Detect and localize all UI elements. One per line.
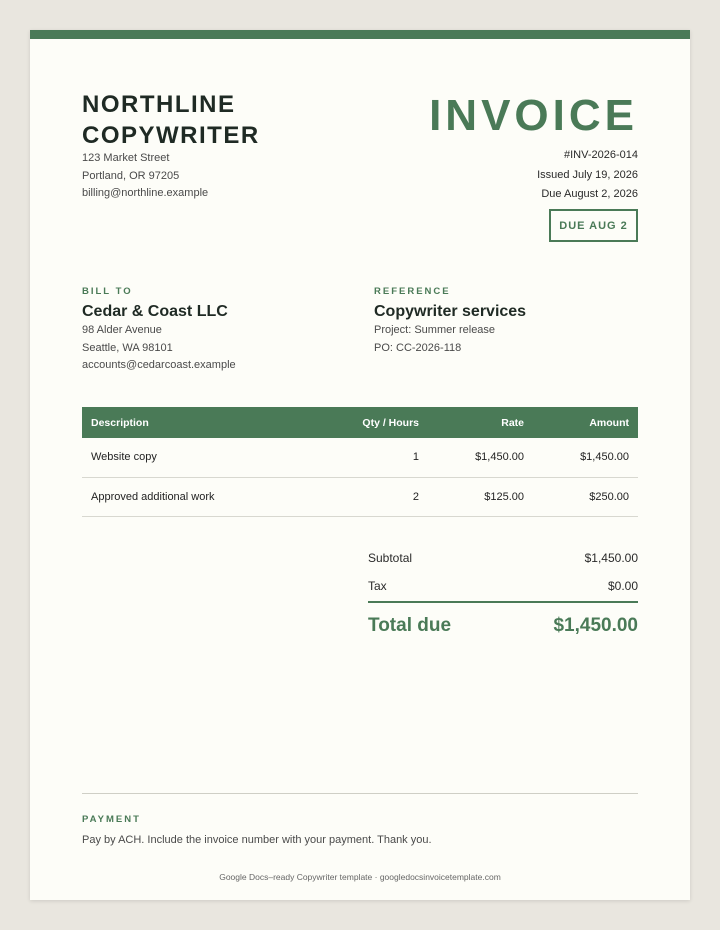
invoice-number: #INV-2026-014 xyxy=(564,149,638,161)
reference-po: PO: CC-2026-118 xyxy=(374,341,462,354)
reference-title: Copywriter services xyxy=(374,303,527,320)
subtotal-row: Subtotal $1,450.00 xyxy=(368,544,638,572)
invoice-due-date: Due August 2, 2026 xyxy=(541,188,638,200)
header-qty: Qty / Hours xyxy=(322,407,428,438)
table-header-row: Description Qty / Hours Rate Amount xyxy=(82,407,638,438)
tax-value: $0.00 xyxy=(607,579,638,593)
payment-section: PAYMENT Pay by ACH. Include the invoice … xyxy=(82,814,432,846)
subtotal-label: Subtotal xyxy=(368,551,413,565)
invoice-title: INVOICE xyxy=(429,91,638,140)
bill-to-label: BILL TO xyxy=(82,286,133,297)
tax-row: Tax $0.00 xyxy=(368,572,638,600)
reference-project: Project: Summer release xyxy=(374,324,496,336)
payment-label: PAYMENT xyxy=(82,814,141,825)
bill-to-section: BILL TO Cedar & Coast LLC 98 Alder Avenu… xyxy=(82,286,236,375)
header-description: Description xyxy=(82,407,322,438)
client-name: Cedar & Coast LLC xyxy=(82,303,228,320)
cell-qty: 1 xyxy=(322,438,428,478)
footer-divider xyxy=(82,793,638,794)
cell-amount: $250.00 xyxy=(533,477,638,517)
invoice-meta: #INV-2026-014 Issued July 19, 2026 Due A… xyxy=(537,146,638,205)
seller-address-line2: Portland, OR 97205 xyxy=(82,169,180,182)
table-row: Approved additional work 2 $125.00 $250.… xyxy=(82,477,638,517)
totals-divider xyxy=(368,601,638,603)
seller-address-line1: 123 Market Street xyxy=(82,152,170,164)
reference-section: REFERENCE Copywriter services Project: S… xyxy=(374,286,526,357)
cell-description: Approved additional work xyxy=(82,477,322,517)
reference-details: Project: Summer release PO: CC-2026-118 xyxy=(374,322,526,357)
client-address-line2: Seattle, WA 98101 xyxy=(82,341,173,354)
invoice-page: NORTHLINE COPYWRITER 123 Market Street P… xyxy=(30,30,690,900)
due-badge: DUE AUG 2 xyxy=(549,209,638,242)
cell-rate: $125.00 xyxy=(428,477,533,517)
header-amount: Amount xyxy=(533,407,638,438)
total-due-value: $1,450.00 xyxy=(553,615,638,636)
table-row: Website copy 1 $1,450.00 $1,450.00 xyxy=(82,438,638,478)
cell-qty: 2 xyxy=(322,477,428,517)
cell-description: Website copy xyxy=(82,438,322,478)
payment-instructions: Pay by ACH. Include the invoice number w… xyxy=(82,834,432,846)
cell-amount: $1,450.00 xyxy=(533,438,638,478)
total-due-row: Total due $1,450.00 xyxy=(368,615,638,637)
subtotal-value: $1,450.00 xyxy=(584,551,638,565)
reference-label: REFERENCE xyxy=(374,286,451,297)
client-email: accounts@cedarcoast.example xyxy=(82,359,236,371)
line-items-table: Description Qty / Hours Rate Amount Webs… xyxy=(82,407,638,517)
seller-address: 123 Market Street Portland, OR 97205 bil… xyxy=(82,150,208,203)
header-rate: Rate xyxy=(428,407,533,438)
totals-block: Subtotal $1,450.00 Tax $0.00 Total due $… xyxy=(368,544,638,637)
invoice-issued-date: Issued July 19, 2026 xyxy=(537,168,638,181)
client-address-line1: 98 Alder Avenue xyxy=(82,324,162,336)
cell-rate: $1,450.00 xyxy=(428,438,533,478)
seller-email: billing@northline.example xyxy=(82,187,209,199)
client-address: 98 Alder Avenue Seattle, WA 98101 accoun… xyxy=(82,322,236,375)
seller-name: NORTHLINE COPYWRITER xyxy=(82,91,260,149)
tax-label: Tax xyxy=(368,579,387,593)
total-due-label: Total due xyxy=(368,615,452,636)
template-credit: Google Docs–ready Copywriter template · … xyxy=(219,872,501,882)
